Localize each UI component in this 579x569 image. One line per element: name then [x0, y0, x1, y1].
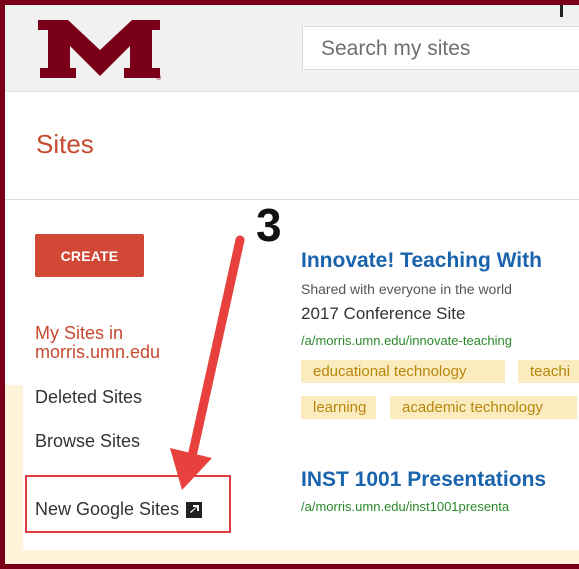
- site-tag[interactable]: educational technology: [301, 360, 505, 383]
- site-tag[interactable]: teachi: [518, 360, 579, 383]
- site-title-link[interactable]: INST 1001 Presentations: [301, 468, 579, 492]
- sidebar-item-deleted-sites[interactable]: Deleted Sites: [35, 387, 142, 408]
- sidebar-item-label: My Sites in: [35, 323, 124, 343]
- header-edge: [560, 5, 563, 17]
- annotation-step-number: 3: [256, 199, 282, 251]
- svg-text:®: ®: [156, 74, 162, 82]
- background-highlight: [5, 385, 23, 564]
- page-title-bar: Sites: [5, 92, 579, 200]
- sidebar-item-my-sites[interactable]: My Sites in morris.umn.edu: [35, 324, 160, 362]
- site-description: 2017 Conference Site: [301, 304, 466, 323]
- sidebar-item-browse-sites[interactable]: Browse Sites: [35, 431, 140, 452]
- site-tag[interactable]: academic technology: [390, 396, 577, 419]
- background-highlight: [5, 550, 579, 564]
- umn-logo: ®: [38, 20, 162, 82]
- site-url[interactable]: /a/morris.umn.edu/innovate-teaching: [301, 333, 579, 348]
- page-title: Sites: [36, 129, 94, 159]
- site-url[interactable]: /a/morris.umn.edu/inst1001presenta: [301, 499, 579, 514]
- sidebar-item-domain: morris.umn.edu: [35, 342, 161, 362]
- header: ® Search my sites: [5, 5, 579, 92]
- search-input[interactable]: Search my sites: [302, 26, 579, 70]
- site-title-link[interactable]: Innovate! Teaching With: [301, 249, 579, 273]
- annotation-highlight-box: [25, 475, 231, 533]
- create-button[interactable]: CREATE: [35, 234, 144, 277]
- site-sharing: Shared with everyone in the world: [301, 281, 512, 297]
- site-tag[interactable]: learning: [301, 396, 376, 419]
